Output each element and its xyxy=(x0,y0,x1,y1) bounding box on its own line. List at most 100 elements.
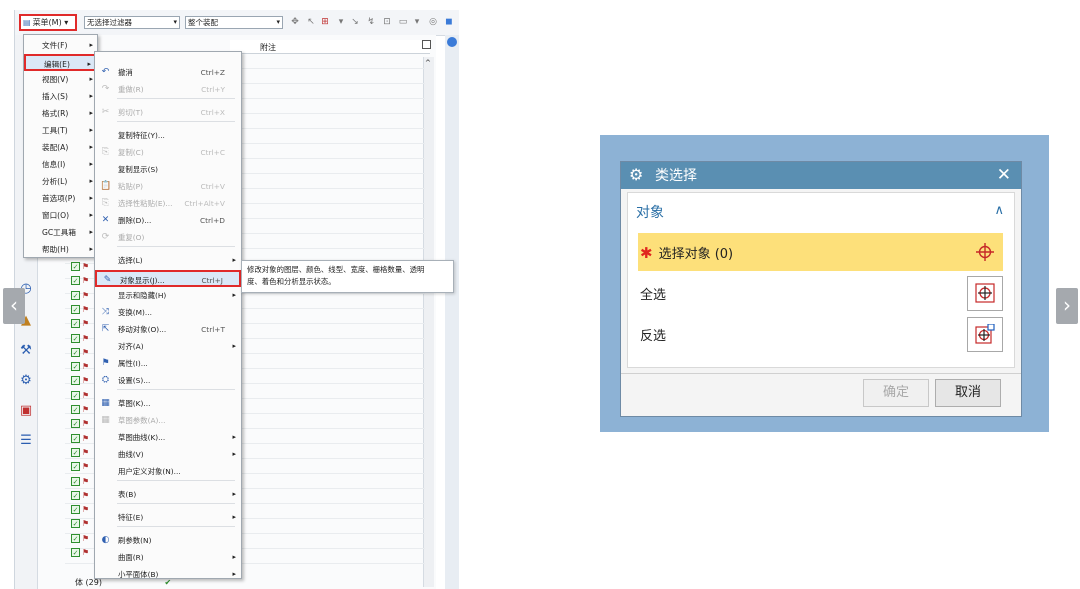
edit-menu-item[interactable]: ⇱ 移动对象(O)... Ctrl+T xyxy=(95,321,241,338)
chevron-right-icon: ▸ xyxy=(89,143,93,151)
shortcut-text: Ctrl+Z xyxy=(200,68,225,77)
edit-menu-item: 📋 粘贴(P) Ctrl+V xyxy=(95,178,241,195)
select-all-button[interactable] xyxy=(967,276,1003,311)
main-menu-item[interactable]: 格式(R) ▸ xyxy=(24,105,97,122)
main-menu-item[interactable]: 装配(A) ▸ xyxy=(24,139,97,156)
orient-icon[interactable] xyxy=(447,37,457,47)
row-checkbox[interactable]: ✓ xyxy=(71,519,80,529)
row-checkbox[interactable]: ✓ xyxy=(71,276,80,286)
ok-button[interactable]: 确定 xyxy=(863,379,929,407)
tool-icon[interactable]: ⚒ xyxy=(18,343,34,359)
main-menu-item[interactable]: 信息(I) ▸ xyxy=(24,156,97,173)
edit-menu-item[interactable]: 小平面体(B) ▸ xyxy=(95,566,241,583)
close-icon[interactable]: ✕ xyxy=(997,165,1011,185)
main-menu-item[interactable]: 插入(S) ▸ xyxy=(24,88,97,105)
row-checkbox[interactable]: ✓ xyxy=(71,262,80,271)
cube-icon[interactable]: ◼ xyxy=(444,17,454,27)
main-menu-item[interactable]: 首选项(P) ▸ xyxy=(24,190,97,207)
row-checkbox[interactable]: ✓ xyxy=(71,433,80,443)
rectangle-icon[interactable]: ▭ xyxy=(398,17,408,27)
edit-menu-item-label: 复制显示(S) xyxy=(118,165,159,174)
main-menu-item[interactable]: 窗口(O) ▸ xyxy=(24,207,97,224)
edit-menu-item[interactable]: ⚑ 属性(I)... xyxy=(95,355,241,372)
edit-menu-item[interactable]: 表(B) ▸ xyxy=(95,486,241,503)
row-checkbox[interactable]: ✓ xyxy=(71,362,80,372)
chevron-up-icon[interactable]: ∧ xyxy=(994,203,1004,218)
maximize-icon[interactable] xyxy=(422,40,431,49)
tooltip-line-2: 度、着色和分析显示状态。 xyxy=(247,277,336,286)
edit-menu-item[interactable]: 复制显示(S) xyxy=(95,161,241,178)
crosshair-icon xyxy=(976,243,994,261)
edit-menu-item[interactable]: 曲面(R) ▸ xyxy=(95,549,241,566)
chevron-down-icon: ▾ xyxy=(276,18,280,26)
edit-menu-item-label: 草图(K)... xyxy=(118,399,151,408)
edit-menu-item[interactable]: 复制特征(Y)... xyxy=(95,127,241,144)
invert-selection-button[interactable] xyxy=(967,317,1003,352)
row-checkbox[interactable]: ✓ xyxy=(71,419,80,429)
edit-menu-item[interactable]: 显示和隐藏(H) ▸ xyxy=(95,287,241,304)
row-checkbox[interactable]: ✓ xyxy=(71,333,80,343)
main-menu-item[interactable]: 工具(T) ▸ xyxy=(24,122,97,139)
edit-menu-item[interactable]: 草图曲线(K)... ▸ xyxy=(95,429,241,446)
edit-menu-item[interactable]: ◐ 刷参数(N) xyxy=(95,532,241,549)
camera-icon[interactable]: ◎ xyxy=(428,17,438,27)
row-checkbox[interactable]: ✓ xyxy=(71,390,80,400)
row-checkbox[interactable]: ✓ xyxy=(71,476,80,486)
assembly-icon[interactable]: ⚙ xyxy=(18,373,34,389)
edit-menu-item[interactable]: ↶ 撤消 Ctrl+Z xyxy=(95,64,241,81)
chevron-down-icon[interactable]: ▾ xyxy=(336,17,346,27)
row-checkbox[interactable]: ✓ xyxy=(71,490,80,500)
main-menu-item[interactable]: 视图(V) ▸ xyxy=(24,71,97,88)
edit-menu-item-label: 设置(S)... xyxy=(118,376,151,385)
row-checkbox[interactable]: ✓ xyxy=(71,405,80,414)
main-menu-item[interactable]: 帮助(H) ▸ xyxy=(24,241,97,258)
row-checkbox[interactable]: ✓ xyxy=(71,505,80,515)
chevron-right-icon: ▸ xyxy=(232,513,236,521)
row-checkbox[interactable]: ✓ xyxy=(71,304,80,314)
point-select-icon[interactable]: ⊞ xyxy=(320,17,330,27)
navigator-scrollbar[interactable]: ^ xyxy=(423,57,434,587)
row-checkbox[interactable]: ✓ xyxy=(71,376,80,386)
browser-icon[interactable]: ▣ xyxy=(18,403,34,419)
select-object-button[interactable] xyxy=(967,235,1003,270)
carousel-next-button[interactable]: › xyxy=(1056,288,1078,324)
row-checkbox[interactable]: ✓ xyxy=(71,347,80,357)
box-select-icon[interactable]: ⊡ xyxy=(382,17,392,27)
row-checkbox[interactable]: ✓ xyxy=(71,447,80,457)
chevron-right-icon: ▸ xyxy=(89,194,93,202)
edit-menu-item[interactable]: ▦ 草图(K)... xyxy=(95,395,241,412)
list-icon[interactable]: ☰ xyxy=(18,433,34,449)
edit-menu-item-label: 选择性粘贴(E)... xyxy=(118,199,173,208)
edit-menu-item[interactable]: 对齐(A) ▸ xyxy=(95,338,241,355)
chevron-down-icon[interactable]: ▾ xyxy=(412,17,422,27)
scope-dropdown[interactable]: 整个装配 ▾ xyxy=(185,16,283,29)
edit-menu-item[interactable]: 用户定义对象(N)... xyxy=(95,463,241,480)
lasso-icon[interactable]: ↯ xyxy=(366,17,376,27)
edit-menu-item[interactable]: 特征(E) ▸ xyxy=(95,509,241,526)
cancel-button[interactable]: 取消 xyxy=(935,379,1001,407)
chevron-up-icon[interactable]: ^ xyxy=(425,59,431,67)
edit-menu-item[interactable]: ✕ 删除(D)... Ctrl+D xyxy=(95,212,241,229)
select-arrow-icon[interactable]: ↖ xyxy=(306,17,316,27)
snap-icon[interactable]: ✥ xyxy=(290,17,300,27)
row-checkbox[interactable]: ✓ xyxy=(71,462,80,472)
pointer-icon[interactable]: ↘ xyxy=(350,17,360,27)
main-menu-item[interactable]: 编辑(E) ▸ xyxy=(24,54,97,71)
main-menu-item[interactable]: 分析(L) ▸ xyxy=(24,173,97,190)
row-checkbox[interactable]: ✓ xyxy=(71,290,80,300)
edit-menu-item[interactable]: ✎ 对象显示(J)... Ctrl+J xyxy=(95,270,241,287)
row-checkbox[interactable]: ✓ xyxy=(71,548,80,557)
select-object-row[interactable]: ✱ 选择对象 (0) xyxy=(638,233,1003,271)
edit-menu-item[interactable]: 选择(L) ▸ xyxy=(95,252,241,269)
main-menu-item[interactable]: GC工具箱 ▸ xyxy=(24,224,97,241)
selection-filter-dropdown[interactable]: 无选择过滤器 ▾ xyxy=(84,16,180,29)
edit-menu-item[interactable]: ⤨ 变换(M)... xyxy=(95,304,241,321)
main-menu-item[interactable]: 文件(F) ▸ xyxy=(24,37,97,54)
row-checkbox[interactable]: ✓ xyxy=(71,319,80,329)
carousel-prev-button[interactable]: ‹ xyxy=(3,288,25,324)
edit-menu-item[interactable]: ⛭ 设置(S)... xyxy=(95,372,241,389)
row-checkbox[interactable]: ✓ xyxy=(71,533,80,543)
menu-button[interactable]: ▤ 菜单(M) ▾ xyxy=(19,14,77,31)
edit-menu-item-label: 用户定义对象(N)... xyxy=(118,467,181,476)
edit-menu-item[interactable]: 曲线(V) ▸ xyxy=(95,446,241,463)
